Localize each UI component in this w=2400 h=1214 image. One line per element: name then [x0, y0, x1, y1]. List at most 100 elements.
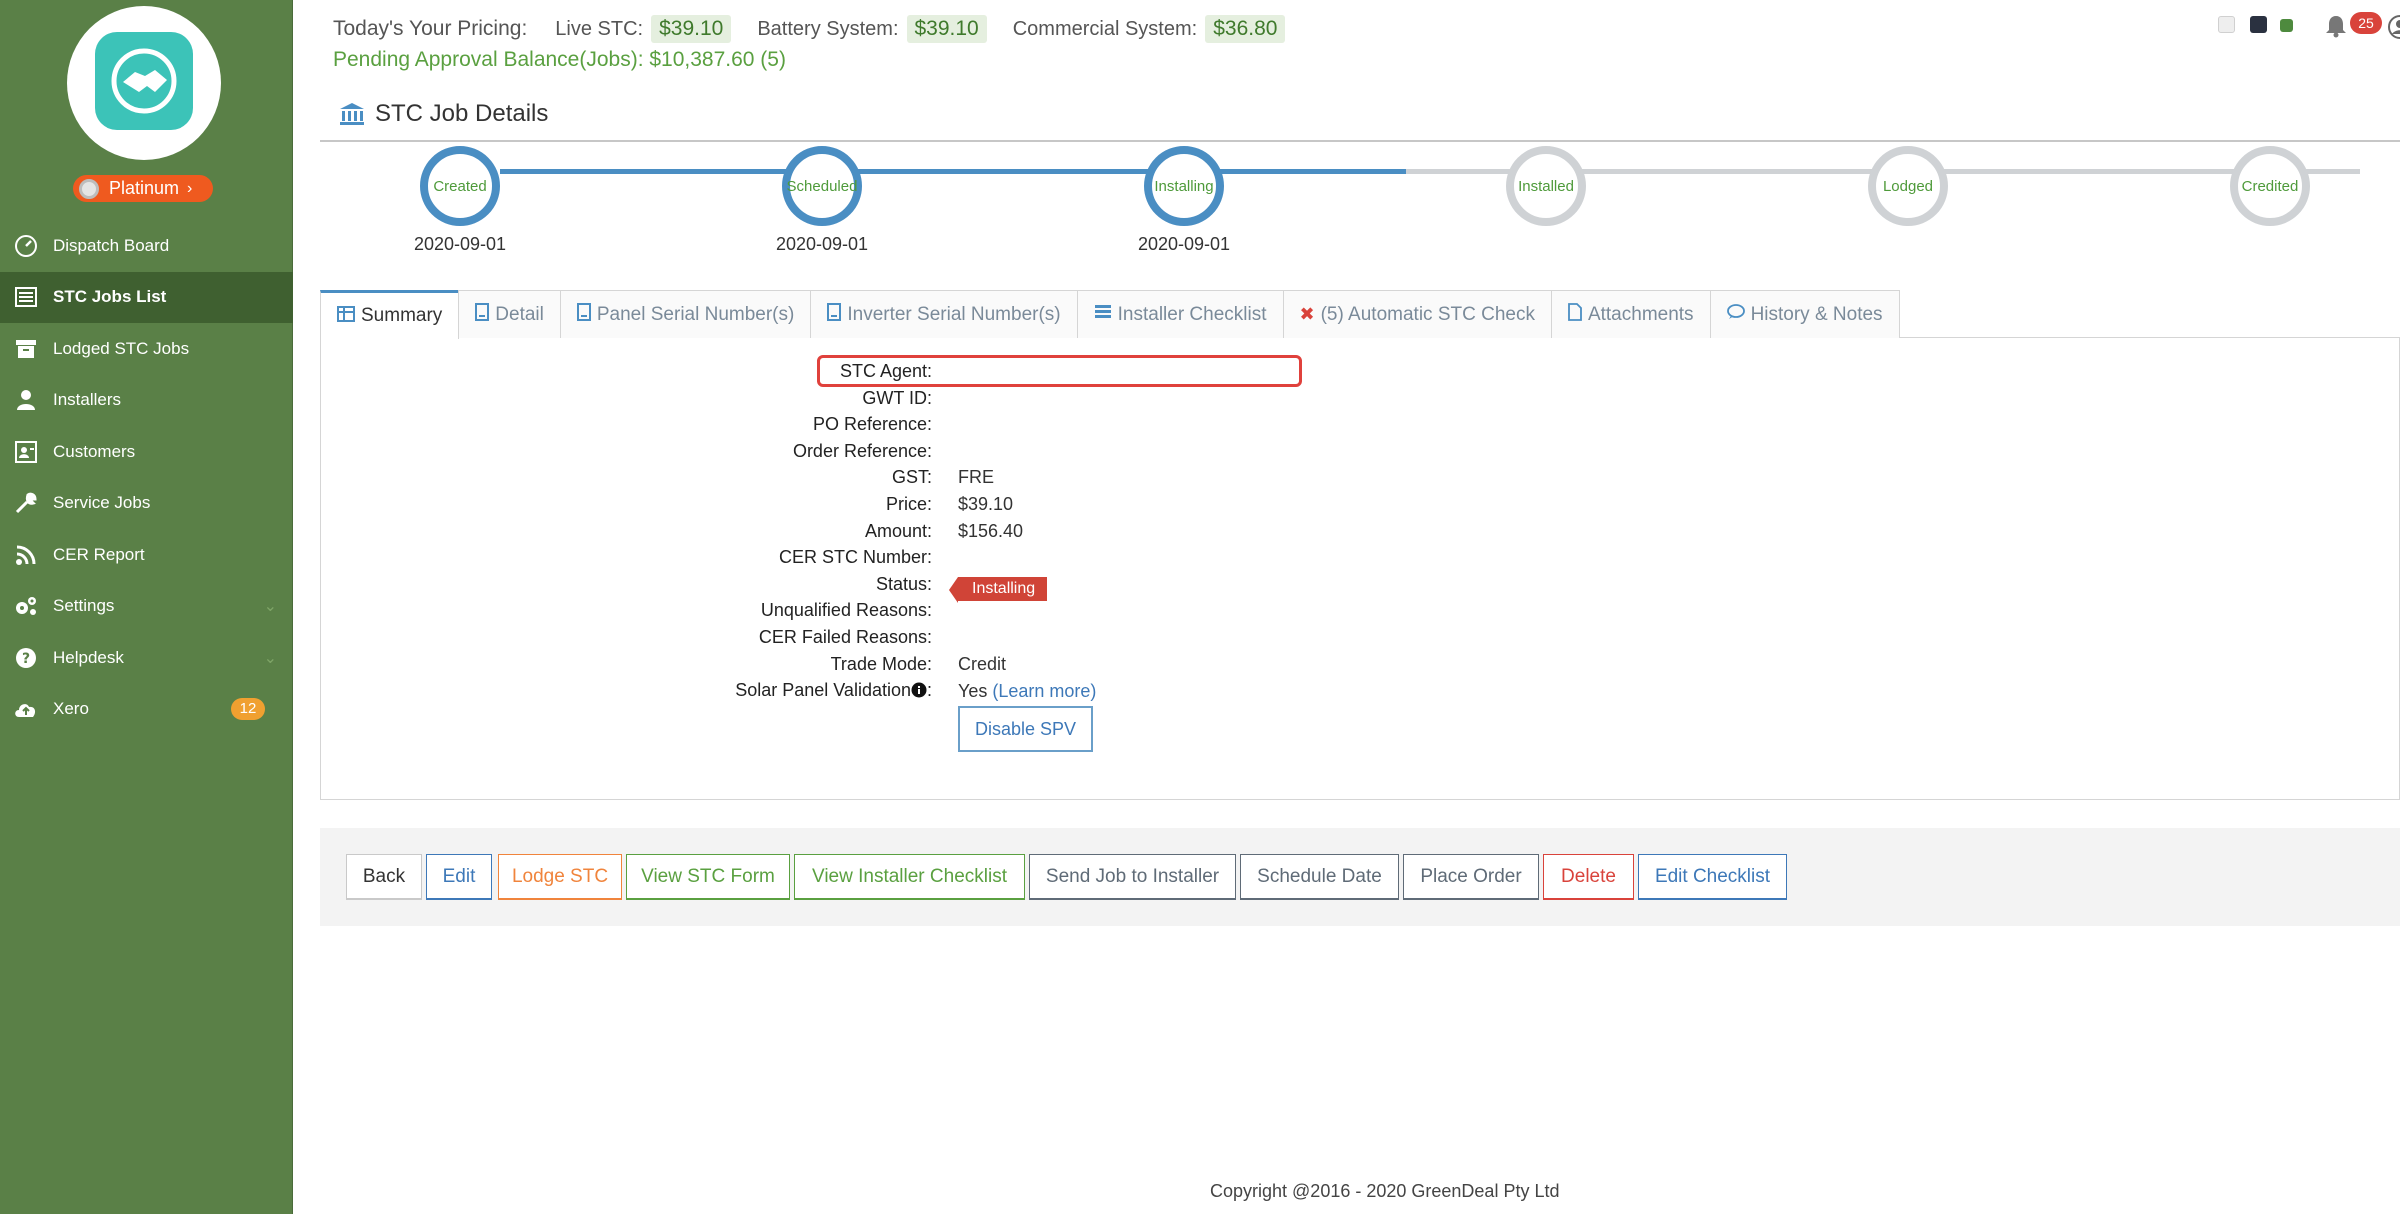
- bank-icon: [340, 103, 364, 125]
- stage-label: Installing: [1154, 177, 1214, 195]
- xero-count-badge: 12: [231, 698, 265, 721]
- table-icon: [337, 305, 355, 327]
- sidebar-item-xero[interactable]: Xero 12: [0, 684, 293, 736]
- stage-installing: Installing: [1144, 146, 1224, 226]
- info-icon[interactable]: [911, 680, 927, 700]
- page-title-text: STC Job Details: [375, 100, 549, 127]
- gauge-icon: [13, 233, 39, 259]
- back-button[interactable]: Back: [346, 854, 422, 900]
- sidebar-item-customers[interactable]: Customers: [0, 426, 293, 478]
- field-solar-panel-validation: Solar Panel Validation:: [600, 680, 932, 706]
- disable-spv-button[interactable]: Disable SPV: [958, 706, 1093, 752]
- field-label-text: CER STC Number:: [778, 547, 932, 568]
- sidebar-item-service-jobs[interactable]: Service Jobs: [0, 478, 293, 530]
- theme-green-swatch[interactable]: [2280, 19, 2293, 32]
- chevron-right-icon: ›: [187, 179, 193, 197]
- tab-summary[interactable]: Summary: [320, 290, 460, 339]
- schedule-date-button[interactable]: Schedule Date: [1240, 854, 1399, 900]
- tab-5-automatic-stc-check[interactable]: ✖ (5) Automatic STC Check: [1282, 290, 1552, 338]
- user-account-icon[interactable]: [2387, 14, 2400, 40]
- learn-more-link[interactable]: (Learn more): [992, 681, 1096, 701]
- tab-detail[interactable]: Detail: [458, 290, 561, 338]
- platinum-badge[interactable]: Platinum ›: [73, 175, 213, 202]
- sidebar-item-label: STC Jobs List: [53, 287, 167, 307]
- field-po-reference: PO Reference:: [600, 414, 932, 440]
- status-badge: Installing: [948, 577, 1048, 603]
- sidebar-item-label: Settings: [53, 596, 115, 616]
- tab-label: Detail: [495, 303, 544, 325]
- page-title: STC Job Details: [339, 100, 548, 128]
- tab-label: Installer Checklist: [1117, 303, 1267, 325]
- chevron-down-icon: ⌄: [263, 649, 277, 667]
- field-value: $156.40: [958, 520, 1024, 541]
- wrench-icon: [13, 490, 39, 516]
- logo[interactable]: [67, 6, 221, 160]
- sidebar-item-label: Installers: [53, 390, 122, 410]
- field-label-text: PO Reference:: [812, 414, 932, 435]
- sidebar-item-label: Dispatch Board: [53, 235, 170, 255]
- field-label-text: GWT ID:: [862, 387, 932, 408]
- battery-value: $39.10: [906, 15, 987, 43]
- file-icon: [827, 303, 842, 326]
- tab-label: (5) Automatic STC Check: [1320, 303, 1535, 325]
- tab-inverter-serial-number-s[interactable]: Inverter Serial Number(s): [810, 290, 1078, 338]
- job-tabs: Summary Detail Panel Serial Number(s) Inver…: [320, 290, 2400, 339]
- question-icon: ?: [13, 645, 39, 671]
- tab-label: Panel Serial Number(s): [596, 303, 795, 325]
- tab-attachments[interactable]: Attachments: [1550, 290, 1711, 338]
- notification-count[interactable]: 25: [2350, 12, 2382, 34]
- sidebar-item-lodged-stc-jobs[interactable]: Lodged STC Jobs: [0, 323, 293, 375]
- footer-copyright: Copyright @2016 - 2020 GreenDeal Pty Ltd: [1210, 1181, 1560, 1201]
- sidebar-item-settings[interactable]: Settings ⌄: [0, 581, 293, 633]
- live-stc-value: $39.10: [651, 15, 732, 43]
- stage-date: 2020-09-01: [1137, 234, 1231, 254]
- field-label-text: GST:: [891, 467, 932, 488]
- battery-label: Battery System:: [757, 17, 899, 40]
- theme-light-swatch[interactable]: [2218, 16, 2235, 33]
- stage-installed: Installed: [1506, 146, 1586, 226]
- sidebar-item-helpdesk[interactable]: ? Helpdesk ⌄: [0, 632, 293, 684]
- bell-icon[interactable]: [2325, 14, 2347, 38]
- tab-label: Attachments: [1587, 303, 1694, 325]
- field-cer-failed-reasons: CER Failed Reasons:: [600, 627, 932, 653]
- sidebar-item-cer-report[interactable]: CER Report: [0, 529, 293, 581]
- send-job-to-installer-button[interactable]: Send Job to Installer: [1029, 854, 1236, 900]
- edit-checklist-button[interactable]: Edit Checklist: [1638, 854, 1787, 900]
- tab-panel-serial-number-s[interactable]: Panel Serial Number(s): [559, 290, 812, 338]
- pending-approval-balance[interactable]: Pending Approval Balance(Jobs): $10,387.…: [333, 48, 1311, 72]
- stage-label: Scheduled: [786, 177, 858, 195]
- field-label: Price:: [886, 494, 932, 515]
- field-price: Price:: [600, 494, 932, 520]
- theme-dark-swatch[interactable]: [2250, 16, 2267, 33]
- pricing-label: Today's Your Pricing:: [333, 17, 528, 40]
- field-unqualified-reasons: Unqualified Reasons:: [600, 600, 932, 626]
- place-order-button[interactable]: Place Order: [1403, 854, 1539, 900]
- handshake-logo-icon: [95, 32, 193, 130]
- lodge-stc-button[interactable]: Lodge STC: [498, 854, 622, 900]
- field-label: Solar Panel Validation:: [735, 680, 932, 701]
- field-label: Status:: [876, 574, 932, 595]
- field-value: Credit: [958, 653, 1007, 674]
- sidebar-item-installers[interactable]: Installers: [0, 375, 293, 427]
- field-cer-stc-number: CER STC Number:: [600, 547, 932, 573]
- field-label-text: Amount:: [864, 520, 932, 541]
- field-colon: :: [926, 680, 932, 701]
- delete-button[interactable]: Delete: [1543, 854, 1634, 900]
- field-label: PO Reference:: [813, 414, 932, 435]
- view-installer-checklist-button[interactable]: View Installer Checklist: [794, 854, 1025, 900]
- stage-label: Created: [433, 177, 487, 195]
- view-stc-form-button[interactable]: View STC Form: [626, 854, 790, 900]
- doc-icon: [1568, 303, 1582, 326]
- stage-date: 2020-09-01: [775, 234, 869, 254]
- field-label: Amount:: [865, 521, 932, 542]
- sidebar-nav: Dispatch Board STC Jobs List Lodged STC Jo…: [0, 220, 293, 735]
- sidebar-item-stc-jobs-list[interactable]: STC Jobs List: [0, 271, 293, 323]
- field-value: FRE: [958, 467, 994, 488]
- job-progress-tracker: Created 2020-09-01 Scheduled 2020-09-01 Inst…: [320, 140, 2400, 280]
- tab-history-notes[interactable]: History & Notes: [1709, 290, 1900, 338]
- edit-button[interactable]: Edit: [426, 854, 492, 900]
- tab-installer-checklist[interactable]: Installer Checklist: [1076, 290, 1284, 338]
- sidebar-item-dispatch-board[interactable]: Dispatch Board: [0, 220, 293, 272]
- sidebar-item-label: Customers: [53, 441, 136, 461]
- field-value: $39.10: [958, 494, 1014, 514]
